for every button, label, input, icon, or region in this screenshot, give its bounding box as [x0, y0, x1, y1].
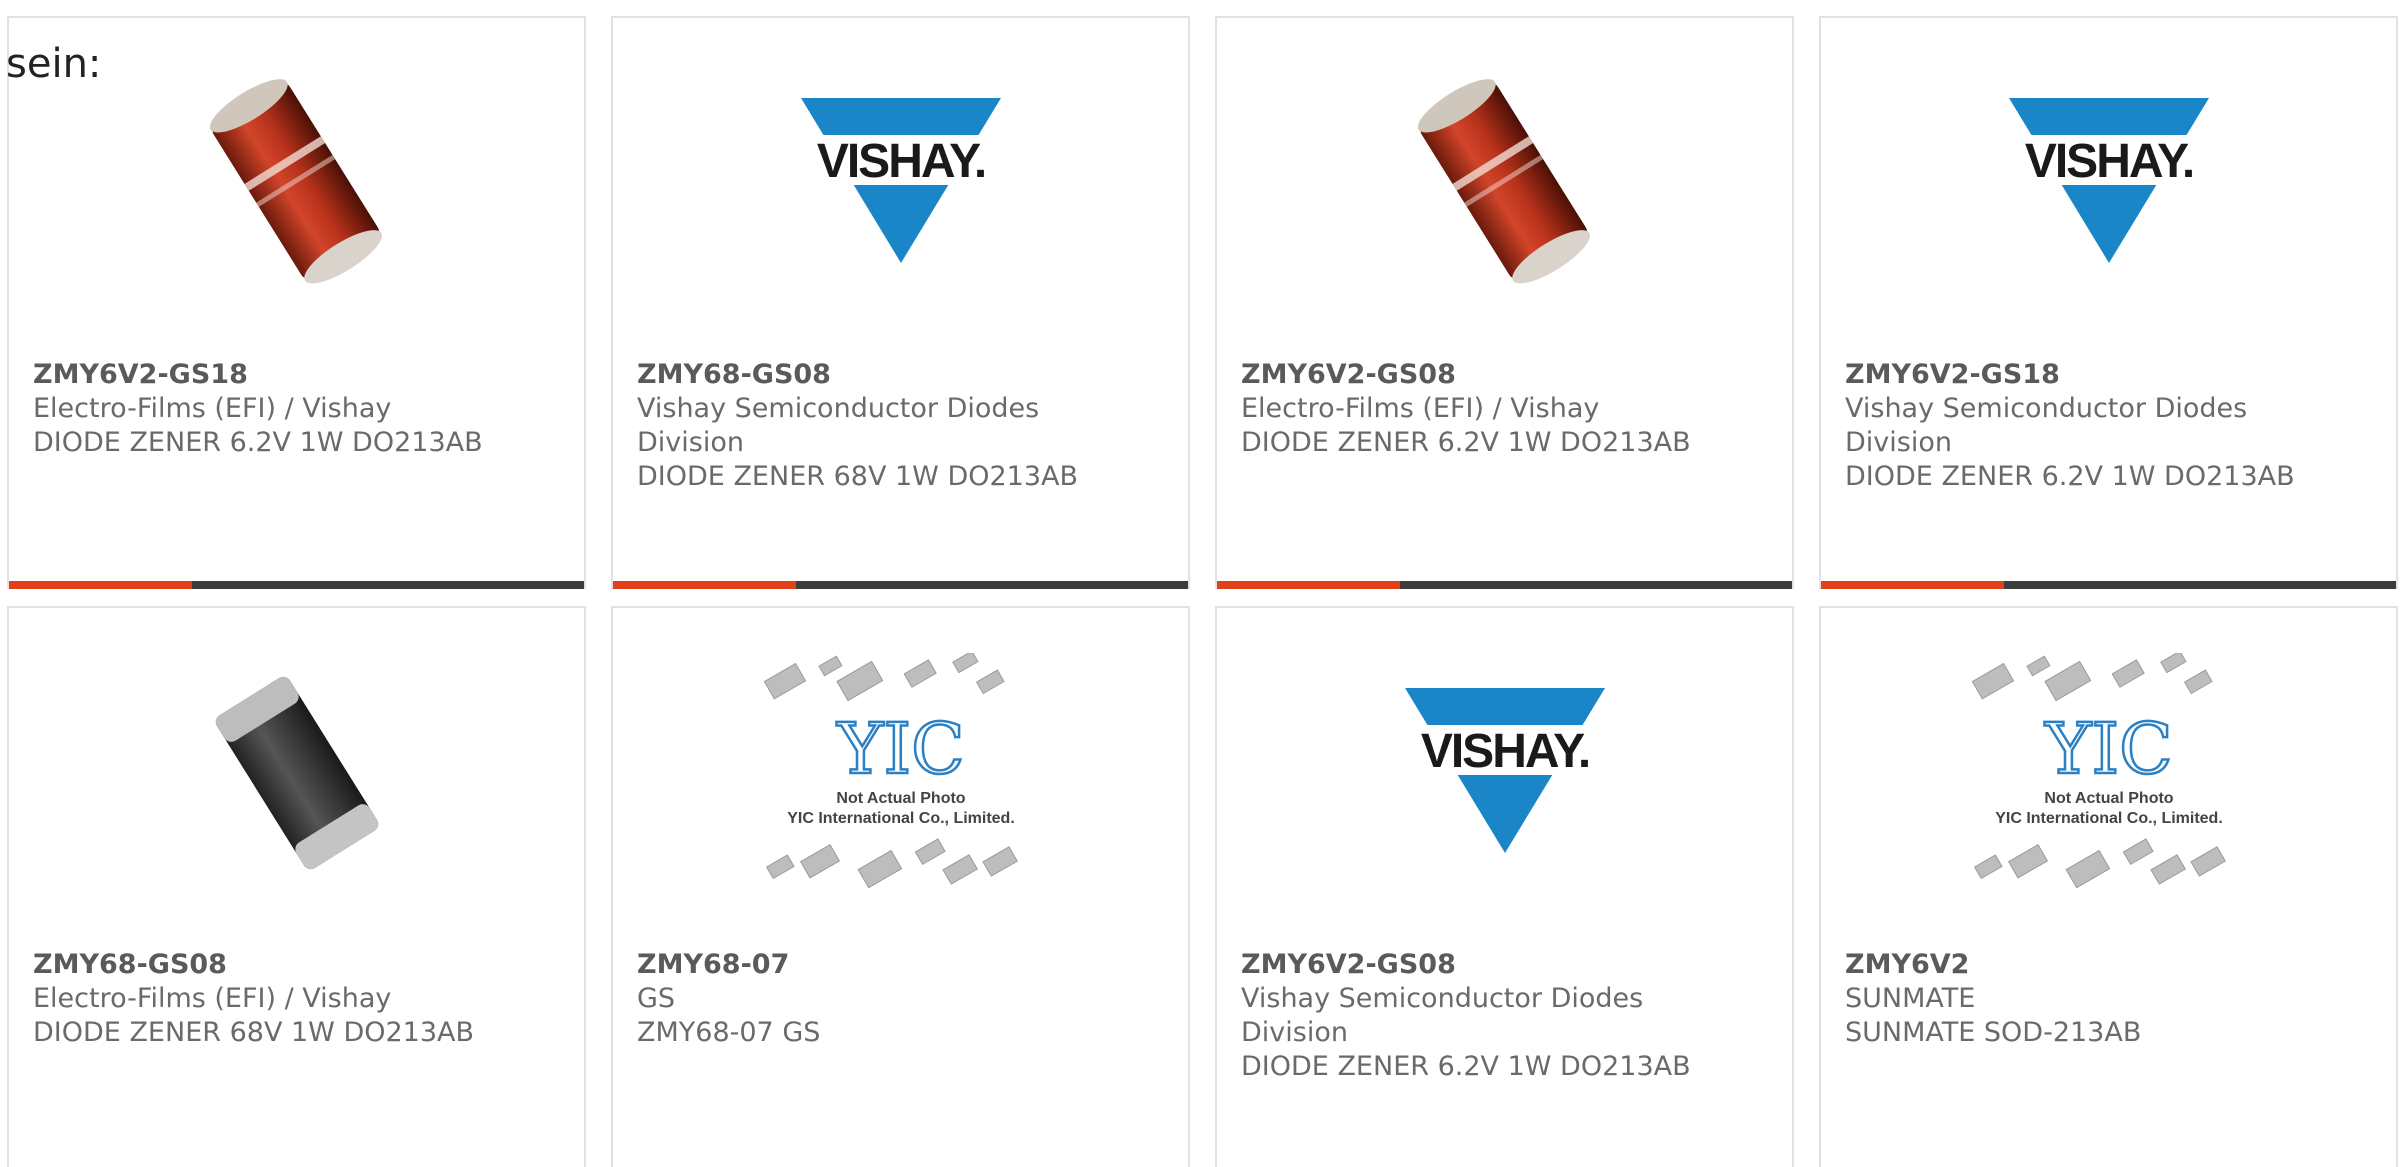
description: DIODE ZENER 6.2V 1W DO213AB: [1241, 427, 1691, 458]
part-number[interactable]: ZMY68-07: [637, 948, 1168, 982]
svg-text:YIC: YIC: [836, 708, 964, 790]
vishay-logo[interactable]: VISHAY.: [613, 68, 1188, 298]
description: DIODE ZENER 68V 1W DO213AB: [33, 1017, 475, 1048]
svg-text:Not Actual Photo: Not Actual Photo: [836, 790, 965, 807]
part-number[interactable]: ZMY6V2: [1845, 948, 2376, 982]
part-number[interactable]: ZMY68-GS08: [33, 948, 564, 982]
manufacturer: Electro-Films (EFI) / Vishay: [1241, 393, 1600, 424]
description: SUNMATE SOD-213AB: [1845, 1017, 2142, 1048]
product-info: ZMY6V2-GS18 Vishay Semiconductor Diodes Di…: [1845, 358, 2376, 494]
card-bottom-bar: [9, 581, 584, 589]
svg-text:YIC International Co., Limited: YIC International Co., Limited.: [787, 810, 1015, 827]
vishay-logo[interactable]: VISHAY.: [1217, 658, 1792, 888]
red-diode-photo[interactable]: [9, 68, 584, 298]
card-bottom-bar: [613, 581, 1188, 589]
svg-text:Not Actual Photo: Not Actual Photo: [2044, 790, 2173, 807]
red-diode-photo[interactable]: [1217, 68, 1792, 298]
product-info: ZMY6V2-GS08 Electro-Films (EFI) / Vishay D…: [1241, 358, 1772, 460]
part-number[interactable]: ZMY6V2-GS08: [1241, 948, 1772, 982]
card-accent-bar: [1217, 581, 1400, 589]
manufacturer: Vishay Semiconductor Diodes: [637, 393, 1040, 424]
card-accent-bar: [9, 581, 192, 589]
product-info: ZMY6V2 SUNMATE SUNMATE SOD-213AB: [1845, 948, 2376, 1050]
product-info: ZMY6V2-GS18 Electro-Films (EFI) / Vishay D…: [33, 358, 564, 460]
manufacturer: Electro-Films (EFI) / Vishay: [33, 983, 392, 1014]
part-number[interactable]: ZMY6V2-GS18: [33, 358, 564, 392]
product-card[interactable]: YIC Not Actual Photo YIC International Co.…: [611, 606, 1190, 1167]
manufacturer: Division: [1845, 427, 1952, 458]
description: DIODE ZENER 6.2V 1W DO213AB: [1845, 461, 2295, 492]
manufacturer: SUNMATE: [1845, 983, 1976, 1014]
product-card[interactable]: YIC Not Actual Photo YIC International Co.…: [1819, 606, 2398, 1167]
yic-placeholder[interactable]: YIC Not Actual Photo YIC International Co.…: [1821, 653, 2396, 889]
product-card[interactable]: VISHAY. ZMY6V2-GS08 Vishay Semiconductor D…: [1215, 606, 1794, 1167]
card-accent-bar: [1821, 581, 2004, 589]
product-card[interactable]: ZMY68-GS08 Electro-Films (EFI) / Vishay DI…: [7, 606, 586, 1167]
product-grid: ZMY6V2-GS18 Electro-Films (EFI) / Vishay D…: [7, 16, 2398, 1167]
product-info: ZMY68-GS08 Electro-Films (EFI) / Vishay DI…: [33, 948, 564, 1050]
manufacturer: Division: [1241, 1017, 1348, 1048]
svg-text:VISHAY.: VISHAY.: [1420, 725, 1588, 778]
intro-text: sein:: [6, 41, 102, 87]
manufacturer: Electro-Films (EFI) / Vishay: [33, 393, 392, 424]
yic-placeholder[interactable]: YIC Not Actual Photo YIC International Co.…: [613, 653, 1188, 889]
product-card[interactable]: ZMY6V2-GS08 Electro-Films (EFI) / Vishay D…: [1215, 16, 1794, 589]
description: DIODE ZENER 68V 1W DO213AB: [637, 461, 1079, 492]
product-grid-page: sein: ZMY6V2-GS18 Electro-Films (EFI) / V…: [0, 0, 2400, 1167]
product-card[interactable]: ZMY6V2-GS18 Electro-Films (EFI) / Vishay D…: [7, 16, 586, 589]
manufacturer: Vishay Semiconductor Diodes: [1845, 393, 2248, 424]
product-info: ZMY6V2-GS08 Vishay Semiconductor Diodes Di…: [1241, 948, 1772, 1084]
product-card[interactable]: VISHAY. ZMY68-GS08 Vishay Semiconductor Di…: [611, 16, 1190, 589]
product-card[interactable]: VISHAY. ZMY6V2-GS18 Vishay Semiconductor D…: [1819, 16, 2398, 589]
svg-text:YIC: YIC: [2044, 708, 2172, 790]
manufacturer: GS: [637, 983, 676, 1014]
manufacturer: Division: [637, 427, 744, 458]
black-diode-photo[interactable]: [9, 658, 584, 888]
product-info: ZMY68-07 GS ZMY68-07 GS: [637, 948, 1168, 1050]
description: DIODE ZENER 6.2V 1W DO213AB: [1241, 1051, 1691, 1082]
vishay-logo[interactable]: VISHAY.: [1821, 68, 2396, 298]
svg-text:VISHAY.: VISHAY.: [2024, 135, 2192, 188]
part-number[interactable]: ZMY6V2-GS08: [1241, 358, 1772, 392]
card-bottom-bar: [1217, 581, 1792, 589]
part-number[interactable]: ZMY68-GS08: [637, 358, 1168, 392]
svg-text:VISHAY.: VISHAY.: [816, 135, 984, 188]
product-info: ZMY68-GS08 Vishay Semiconductor Diodes Div…: [637, 358, 1168, 494]
card-accent-bar: [613, 581, 796, 589]
part-number[interactable]: ZMY6V2-GS18: [1845, 358, 2376, 392]
svg-text:YIC International Co., Limited: YIC International Co., Limited.: [1995, 810, 2223, 827]
description: ZMY68-07 GS: [637, 1017, 821, 1048]
card-bottom-bar: [1821, 581, 2396, 589]
description: DIODE ZENER 6.2V 1W DO213AB: [33, 427, 483, 458]
manufacturer: Vishay Semiconductor Diodes: [1241, 983, 1644, 1014]
